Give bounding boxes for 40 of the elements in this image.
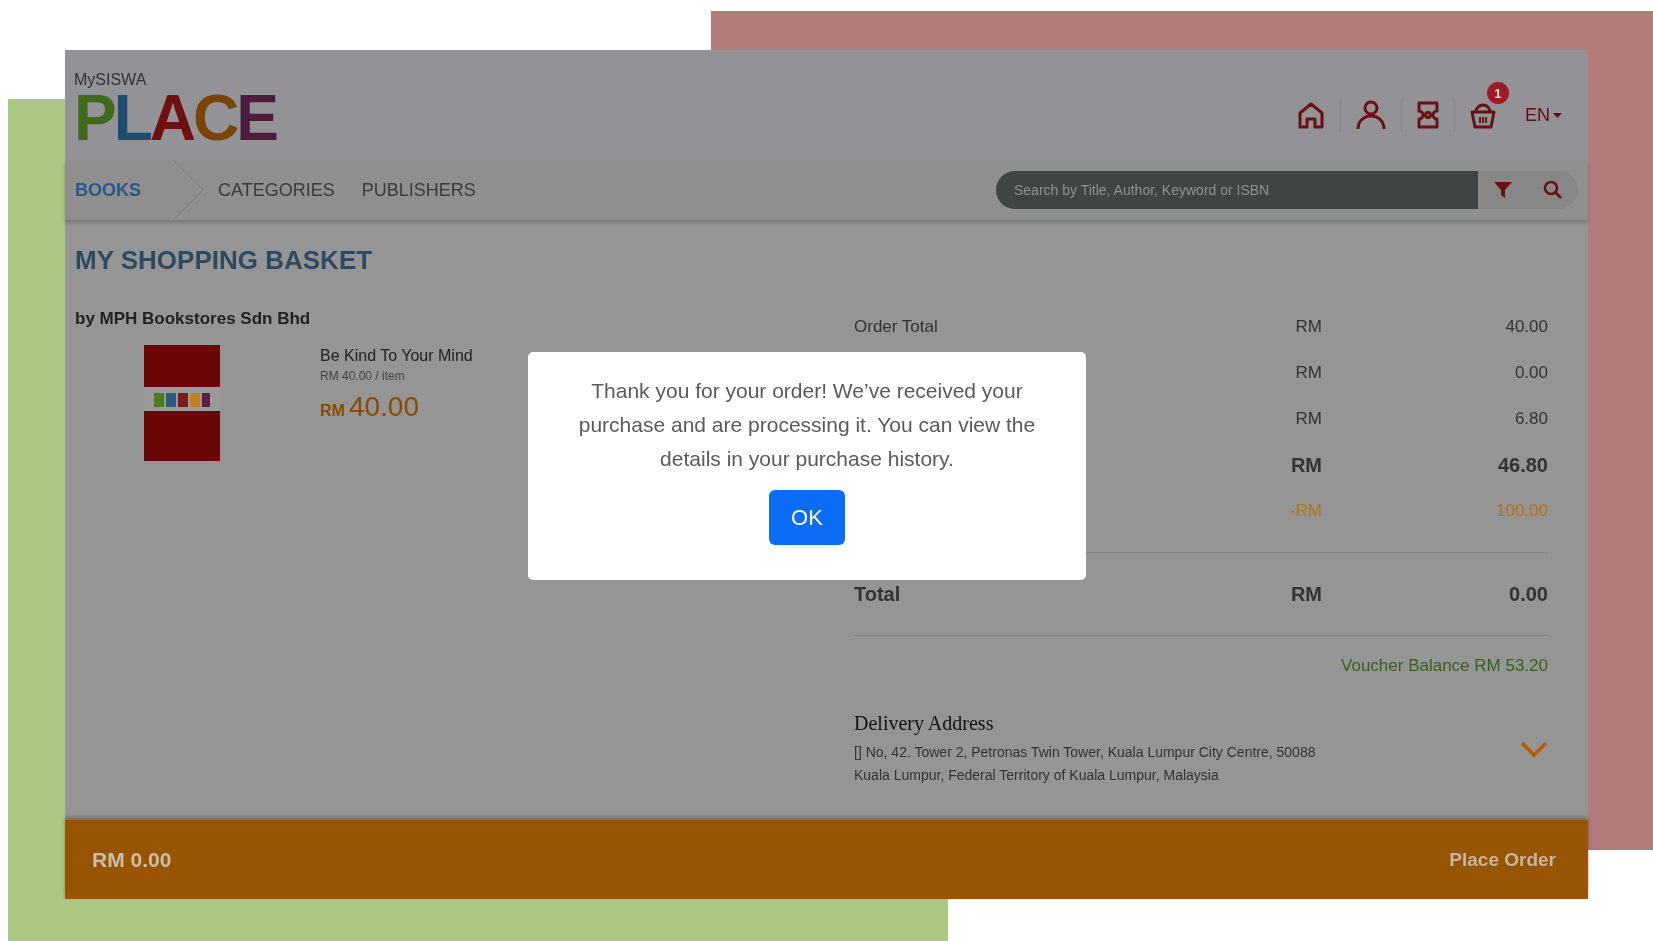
logo-subtitle: MySISWA xyxy=(74,71,148,89)
logo-wordmark[interactable]: PLACE xyxy=(74,89,276,147)
nav-tab[interactable]: PUBLISHERS xyxy=(361,179,476,201)
summary-currency: RM xyxy=(1289,453,1322,477)
total-amount: 0.00 xyxy=(1508,582,1548,606)
summary-currency: RM xyxy=(1294,317,1322,337)
book-title[interactable]: Be Kind To Your Mind xyxy=(320,347,473,365)
total-currency: RM xyxy=(1289,582,1322,606)
home-icon[interactable] xyxy=(1296,100,1326,130)
caret-icon xyxy=(1553,112,1562,118)
place-order-button[interactable]: Place Order xyxy=(1443,847,1562,872)
search-field[interactable]: Search by Title, Author, Keyword or ISBN xyxy=(996,171,1478,209)
address-line: [] No, 42. Tower 2, Petronas Twin Tower, Kuala Lumpur City Centre, 50088 xyxy=(854,743,1316,762)
user-icon[interactable] xyxy=(1355,100,1387,130)
address-line: Kuala Lumpur, Federal Territory of Kuala Lumpur, Malaysia xyxy=(854,766,1220,785)
ticket-icon[interactable] xyxy=(1416,100,1440,130)
page-title: MY SHOPPING BASKET xyxy=(75,245,374,276)
footer-total: RM 0.00 xyxy=(92,847,172,872)
summary-amount: 40.00 xyxy=(1504,317,1548,337)
nav-tab[interactable]: CATEGORIES xyxy=(218,179,335,201)
summary-label: Order Total xyxy=(854,317,939,337)
seller-name: by MPH Bookstores Sdn Bhd xyxy=(75,309,312,329)
summary-amount: 6.80 xyxy=(1513,409,1548,429)
delivery-title: Delivery Address xyxy=(854,712,995,735)
dialog-message: Thank you for your order! We’ve received your purchase and are processing it. You can view the details in your purchase history. xyxy=(577,378,1037,472)
item-price: 40.00 xyxy=(348,391,419,423)
summary-amount: 46.80 xyxy=(1496,453,1548,477)
unit-price: RM 40.00 / item xyxy=(320,369,406,383)
summary-currency: -RM xyxy=(1288,501,1322,521)
summary-amount: 100.00 xyxy=(1495,501,1548,521)
voucher-balance: Voucher Balance RM 53.20 xyxy=(1340,656,1548,676)
ok-button[interactable]: OK xyxy=(769,490,845,545)
summary-currency: RM xyxy=(1294,363,1322,383)
total-label: Total xyxy=(854,582,902,606)
price-currency: RM xyxy=(320,402,345,420)
cart-count-badge: 1 xyxy=(1487,82,1509,104)
language-dropdown[interactable]: EN xyxy=(1511,103,1568,127)
summary-currency: RM xyxy=(1294,409,1322,429)
summary-amount: 0.00 xyxy=(1513,363,1548,383)
nav-tab[interactable]: BOOKS xyxy=(75,179,141,201)
